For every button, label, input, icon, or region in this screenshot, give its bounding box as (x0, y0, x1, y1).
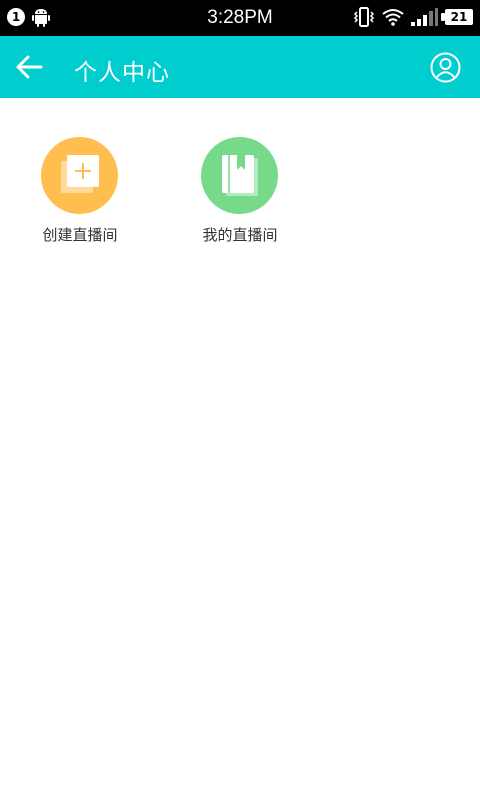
app-bar: 个人中心 (0, 36, 480, 98)
user-profile-icon[interactable] (430, 52, 461, 83)
battery-level: 21 (445, 9, 473, 25)
wifi-icon (382, 9, 404, 26)
my-live-room-icon-circle (201, 137, 278, 214)
back-arrow-icon[interactable] (12, 52, 46, 82)
my-live-room-button[interactable]: 我的直播间 (180, 137, 300, 257)
create-live-room-icon-circle (41, 137, 118, 214)
page-title: 个人中心 (74, 60, 170, 86)
signal-strength-icon (411, 8, 438, 26)
status-bar: 1 3:28PM 21 (0, 0, 480, 36)
my-live-room-label: 我的直播间 (202, 226, 278, 244)
book-icon (222, 155, 258, 196)
add-square-icon (61, 155, 99, 193)
vibrate-icon (353, 7, 375, 27)
create-live-room-button[interactable]: 创建直播间 (20, 137, 140, 257)
create-live-room-label: 创建直播间 (42, 226, 118, 244)
status-clock: 3:28PM (207, 7, 273, 28)
